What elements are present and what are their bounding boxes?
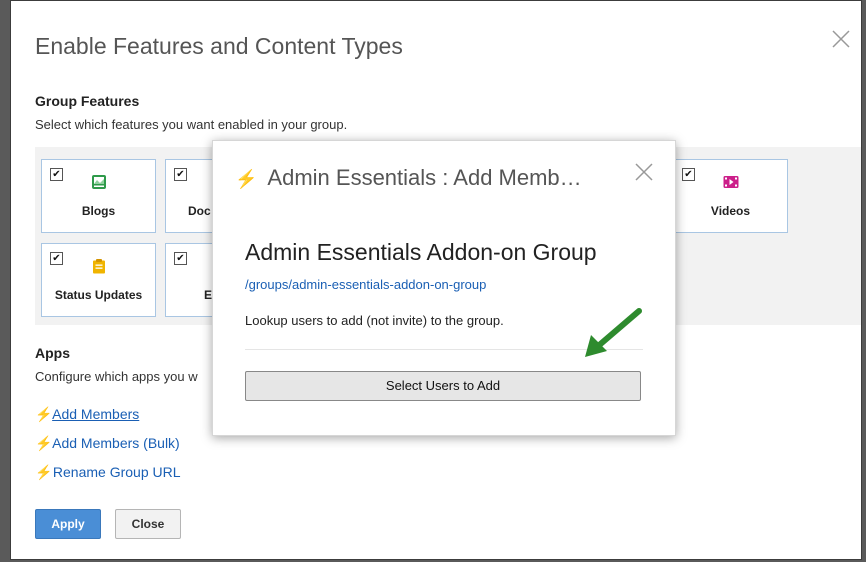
documents-checkbox[interactable]: ✔: [174, 168, 187, 181]
apps-description: Configure which apps you w: [35, 369, 198, 384]
app-link-label: Add Members: [52, 406, 140, 422]
videos-checkbox[interactable]: ✔: [682, 168, 695, 181]
feature-tile-videos[interactable]: ✔ Videos: [673, 159, 788, 233]
popup-description: Lookup users to add (not invite) to the …: [245, 313, 504, 328]
app-link-add-members-bulk[interactable]: ⚡ Add Members (Bulk): [35, 435, 180, 452]
bolt-icon: ⚡: [35, 464, 53, 480]
app-link-label: Add Members (Bulk): [52, 435, 180, 451]
app-link-add-members[interactable]: ⚡ Add Members: [35, 406, 139, 423]
feature-label: Blogs: [81, 204, 116, 218]
add-members-popup: ⚡ Admin Essentials : Add Memb… Admin Esse…: [212, 140, 676, 436]
blogs-checkbox[interactable]: ✔: [50, 168, 63, 181]
group-features-description: Select which features you want enabled i…: [35, 117, 348, 132]
close-icon[interactable]: [633, 161, 655, 183]
status-updates-checkbox[interactable]: ✔: [50, 252, 63, 265]
status-updates-icon: [91, 258, 107, 274]
popup-title: ⚡ Admin Essentials : Add Memb…: [235, 165, 582, 191]
close-button[interactable]: Close: [115, 509, 181, 539]
group-features-title: Group Features: [35, 93, 140, 109]
feature-tile-blogs[interactable]: ✔ Blogs: [41, 159, 156, 233]
dialog-title: Enable Features and Content Types: [35, 33, 403, 59]
events-checkbox[interactable]: ✔: [174, 252, 187, 265]
apps-title: Apps: [35, 345, 70, 361]
popup-title-text: Admin Essentials : Add Memb…: [267, 165, 582, 190]
green-arrow-icon: [581, 307, 645, 368]
feature-tile-status-updates[interactable]: ✔ Status Updates: [41, 243, 156, 317]
close-icon[interactable]: [829, 27, 853, 51]
feature-label: Status Updates: [54, 288, 143, 302]
app-link-label: Rename Group URL: [52, 464, 181, 480]
apply-button[interactable]: Apply: [35, 509, 101, 539]
select-users-button[interactable]: Select Users to Add: [245, 371, 641, 401]
bolt-icon: ⚡: [35, 435, 53, 451]
bolt-icon: ⚡: [235, 169, 258, 189]
blog-icon: [91, 174, 107, 190]
group-heading: Admin Essentials Addon-on Group: [245, 239, 597, 265]
group-url-link[interactable]: /groups/admin-essentials-addon-on-group: [245, 277, 486, 292]
app-link-rename-group-url[interactable]: ⚡ Rename Group URL: [35, 464, 181, 481]
video-icon: [723, 174, 739, 190]
feature-label: Videos: [710, 204, 751, 218]
bolt-icon: ⚡: [35, 406, 53, 422]
